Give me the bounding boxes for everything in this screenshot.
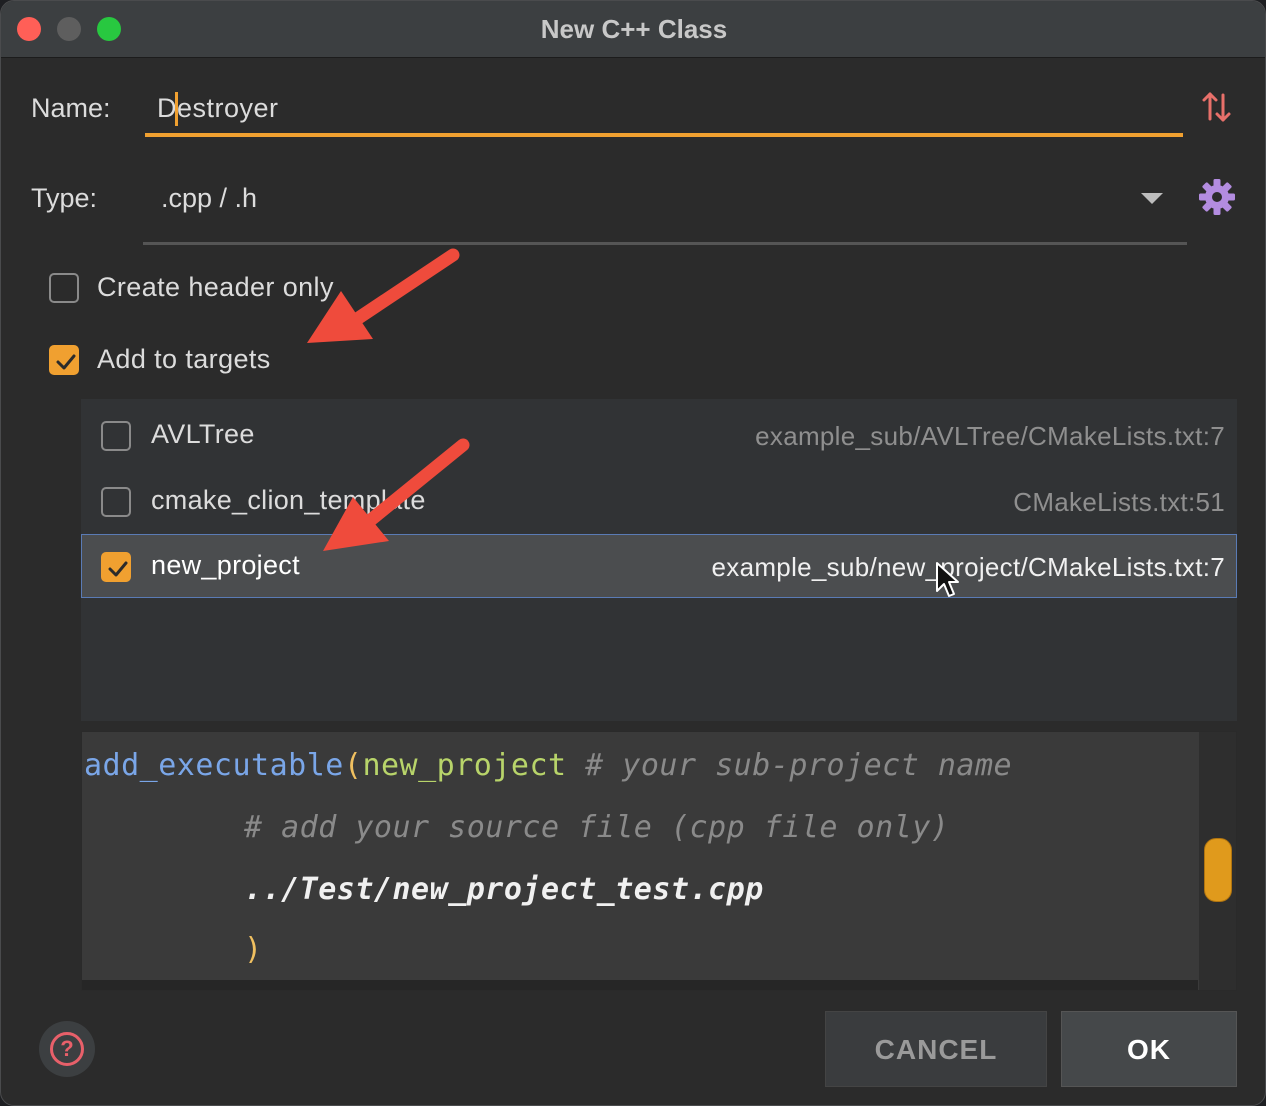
type-label: Type: [31,183,98,213]
help-button[interactable]: ? [39,1021,95,1077]
target-path: example_sub/AVLTree/CMakeLists.txt:7 [755,421,1225,451]
target-name: cmake_clion_template [151,485,426,515]
target-name: new_project [151,550,300,580]
target-name: AVLTree [151,419,255,449]
code-line-4: ) [244,932,263,967]
swap-sort-icon[interactable] [1201,89,1233,125]
dialog-title: New C++ Class [540,14,728,44]
code-line-2: # add your source file (cpp file only) [244,810,950,845]
new-cpp-class-dialog: New C++ Class Name: Destroyer Type: .cpp… [0,0,1266,1106]
target-row-avltree[interactable]: AVLTree example_sub/AVLTree/CMakeLists.t… [81,403,1237,467]
code-comment: # your sub-project name [566,748,1013,783]
mouse-cursor-icon [936,562,959,597]
name-label: Name: [31,93,111,123]
cancel-button[interactable]: CANCEL [825,1011,1047,1087]
code-horizontal-scrollbar[interactable] [82,980,1198,990]
target-checkbox[interactable] [101,421,131,451]
target-checkbox[interactable] [101,552,131,582]
create-header-only-label[interactable]: Create header only [97,272,334,303]
title-bar: New C++ Class [1,1,1265,58]
code-preview: add_executable(new_project # your sub-pr… [82,732,1198,980]
gear-icon[interactable] [1197,177,1237,217]
code-paren: ( [343,748,363,783]
add-to-targets-label[interactable]: Add to targets [97,344,271,375]
checkmark-icon [108,561,128,577]
checkmark-icon [56,354,76,370]
targets-list[interactable]: AVLTree example_sub/AVLTree/CMakeLists.t… [81,399,1237,721]
target-row-cmake-clion-template[interactable]: cmake_clion_template CMakeLists.txt:51 [81,469,1237,533]
target-row-new-project[interactable]: new_project example_sub/new_project/CMak… [81,534,1237,598]
text-caret [175,92,178,126]
chevron-down-icon [1141,193,1163,204]
code-line-3: ../Test/new_project_test.cpp [244,872,764,907]
target-path: CMakeLists.txt:51 [1013,487,1225,517]
code-scrollbar-thumb[interactable] [1204,838,1232,902]
target-checkbox[interactable] [101,487,131,517]
type-select-value: .cpp / .h [161,183,258,213]
name-input[interactable]: Destroyer [145,85,1183,137]
cmake-preview-panel: add_executable(new_project # your sub-pr… [81,731,1237,991]
code-line-1: add_executable(new_project # your sub-pr… [84,748,1012,783]
create-header-only-checkbox[interactable] [49,273,79,303]
code-argument: new_project [362,748,567,783]
add-to-targets-checkbox[interactable] [49,345,79,375]
code-function-name: add_executable [84,748,344,783]
type-select[interactable]: .cpp / .h [143,167,1187,245]
question-icon: ? [50,1032,84,1066]
ok-button[interactable]: OK [1061,1011,1237,1087]
target-path: example_sub/new_project/CMakeLists.txt:7 [711,552,1225,582]
